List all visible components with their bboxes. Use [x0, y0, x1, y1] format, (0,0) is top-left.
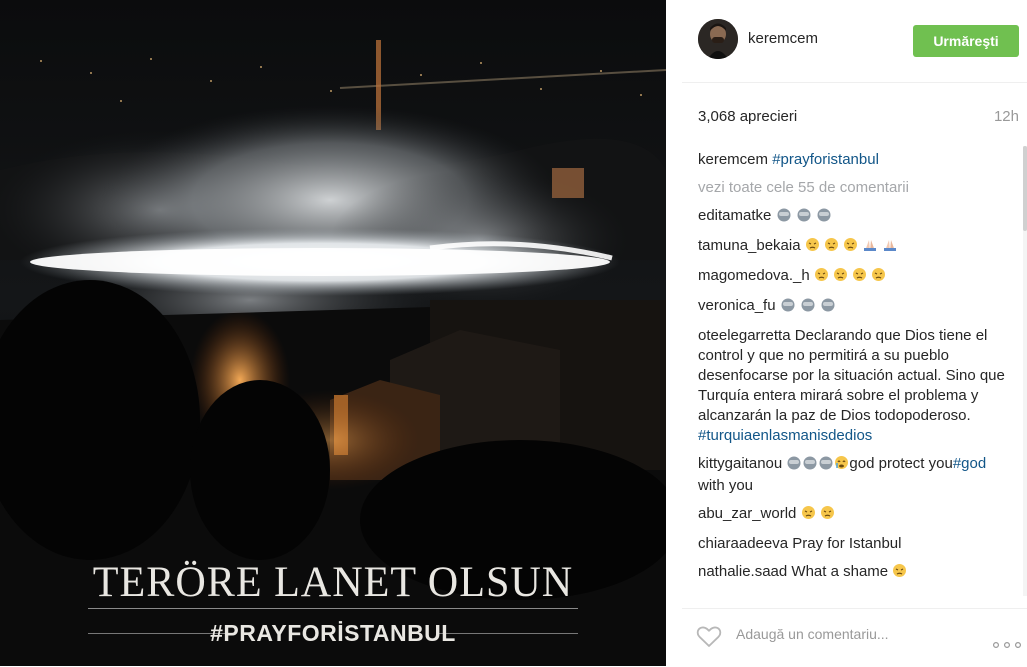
see-no-evil-monkey-emoji	[800, 296, 816, 318]
heart-icon[interactable]	[696, 625, 722, 654]
comment-username[interactable]: kittygaitanou	[698, 455, 782, 472]
pensive-face-emoji	[833, 267, 848, 288]
post-timestamp[interactable]: 12h	[994, 108, 1019, 125]
comments-list: keremcem #prayforistanbul vezi toate cel…	[698, 150, 1010, 592]
see-no-evil-monkey-emoji	[818, 454, 834, 476]
comment-text: What a shame	[791, 563, 889, 580]
caption: keremcem #prayforistanbul	[698, 150, 1010, 170]
comment-item: tamuna_bekaia	[698, 236, 1010, 258]
comment-item: abu_zar_world	[698, 504, 1010, 526]
more-options-icon[interactable]	[992, 635, 1022, 653]
post-username[interactable]: keremcem	[748, 30, 818, 47]
pensive-face-emoji	[843, 237, 858, 258]
pensive-face-emoji	[814, 267, 829, 288]
avatar[interactable]	[698, 19, 738, 59]
comment-item: editamatke	[698, 206, 1010, 228]
see-no-evil-monkey-emoji	[820, 296, 836, 318]
see-no-evil-monkey-emoji	[816, 206, 832, 228]
comments-scrollbar[interactable]	[1023, 146, 1027, 596]
comment-footer	[682, 608, 1027, 667]
post-header: keremcem Urmăreşti	[682, 0, 1027, 83]
comment-item: veronica_fu	[698, 296, 1010, 318]
follow-button[interactable]: Urmăreşti	[913, 25, 1019, 57]
crying-face-emoji	[834, 455, 849, 476]
comment-input[interactable]	[736, 626, 956, 642]
overlay-divider	[88, 608, 578, 609]
comment-username[interactable]: nathalie.saad	[698, 563, 787, 580]
pensive-face-emoji	[820, 505, 835, 526]
comment-text: god protect you	[849, 455, 953, 472]
hashtag-link[interactable]: #turquiaenlasmanisdedios	[698, 427, 872, 444]
pensive-face-emoji	[805, 237, 820, 258]
comment-username[interactable]: keremcem	[698, 151, 768, 168]
comment-username[interactable]: veronica_fu	[698, 297, 776, 314]
pensive-face-emoji	[824, 237, 839, 258]
comment-item: magomedova._h	[698, 266, 1010, 288]
post-photo[interactable]: TERÖRE LANET OLSUN #PRAYFORİSTANBUL	[0, 0, 666, 666]
comment-username[interactable]: editamatke	[698, 207, 771, 224]
post-details-panel: keremcem Urmăreşti 3,068 aprecieri 12h k…	[682, 0, 1027, 666]
see-no-evil-monkey-emoji	[776, 206, 792, 228]
comment-username[interactable]: abu_zar_world	[698, 505, 796, 522]
avatar-image	[698, 19, 738, 59]
folded-hands-emoji	[862, 236, 878, 258]
hashtag-link[interactable]: #prayforistanbul	[772, 151, 879, 168]
see-no-evil-monkey-emoji	[796, 206, 812, 228]
folded-hands-emoji	[882, 236, 898, 258]
pensive-face-emoji	[801, 505, 816, 526]
pensive-face-emoji	[852, 267, 867, 288]
pensive-face-emoji	[892, 563, 907, 584]
comment-username[interactable]: chiaraadeeva	[698, 535, 788, 552]
comment-username[interactable]: tamuna_bekaia	[698, 237, 801, 254]
comment-item: chiaraadeeva Pray for Istanbul	[698, 534, 1010, 554]
see-no-evil-monkey-emoji	[802, 454, 818, 476]
comment-item: nathalie.saad What a shame	[698, 562, 1010, 584]
comment-item: kittygaitanou god protect you#god with y…	[698, 454, 1010, 496]
comment-item: oteelegarretta Declarando que Dios tiene…	[698, 326, 1010, 446]
likes-count[interactable]: 3,068 aprecieri	[698, 108, 797, 125]
overlay-title: TERÖRE LANET OLSUN	[92, 559, 574, 606]
see-no-evil-monkey-emoji	[786, 454, 802, 476]
view-all-comments-link[interactable]: vezi toate cele 55 de comentarii	[698, 178, 1010, 198]
overlay-hashtag: #PRAYFORİSTANBUL	[210, 620, 456, 646]
see-no-evil-monkey-emoji	[780, 296, 796, 318]
comment-username[interactable]: magomedova._h	[698, 267, 810, 284]
comment-username[interactable]: oteelegarretta	[698, 327, 791, 344]
comment-text: with you	[698, 477, 754, 494]
pensive-face-emoji	[871, 267, 886, 288]
hashtag-link[interactable]: #god	[953, 455, 986, 472]
scrollbar-thumb[interactable]	[1023, 146, 1027, 231]
comment-text: Pray for Istanbul	[792, 535, 902, 552]
